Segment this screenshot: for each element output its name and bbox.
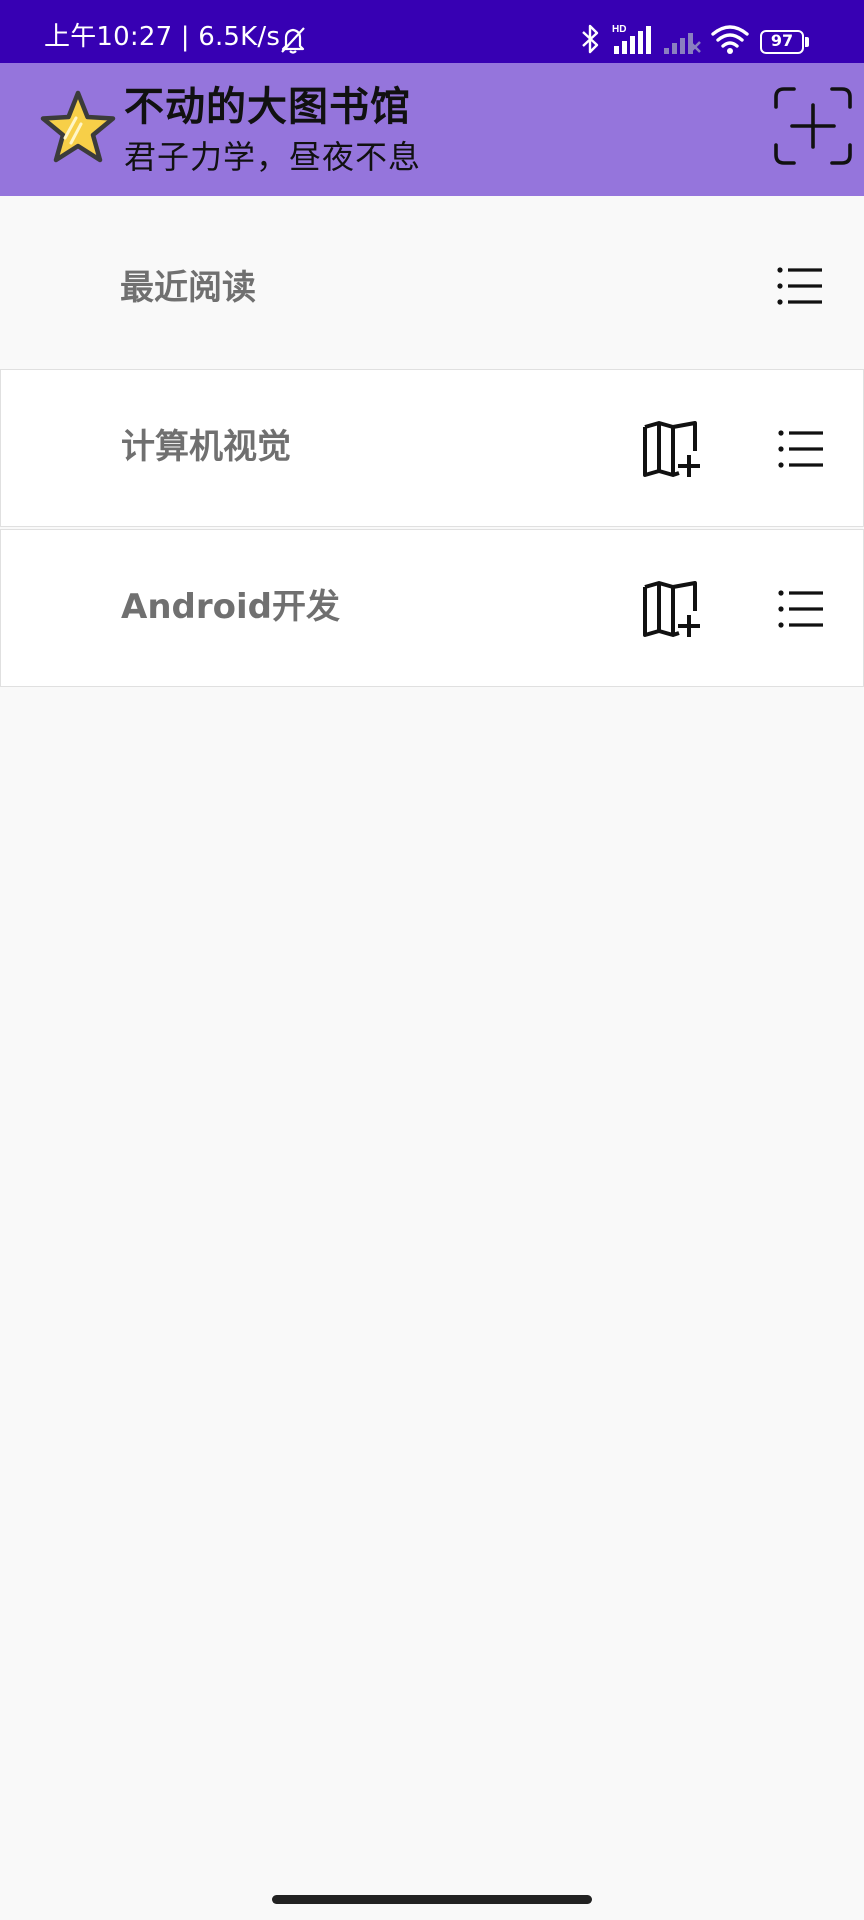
app-subtitle: 君子力学，昼夜不息	[124, 138, 422, 176]
battery-level: 97	[770, 31, 794, 50]
book-add-icon[interactable]	[641, 421, 701, 479]
wifi-icon	[711, 25, 749, 54]
recent-reading-label: 最近阅读	[120, 268, 256, 308]
list-icon[interactable]	[777, 589, 825, 629]
battery-icon: 97	[760, 30, 810, 54]
list-icon[interactable]	[777, 429, 825, 469]
signal-no-service-icon	[664, 33, 701, 54]
home-indicator[interactable]	[272, 1895, 592, 1904]
bluetooth-icon	[582, 24, 599, 54]
category-card[interactable]: Android开发	[0, 529, 864, 687]
recent-reading-row[interactable]: 最近阅读	[0, 196, 864, 368]
hd-label: HD	[612, 24, 626, 35]
book-add-icon[interactable]	[641, 581, 701, 639]
status-bar: 上午10:27 | 6.5K/s HD 97	[0, 0, 864, 63]
star-icon	[40, 90, 116, 163]
bell-off-icon	[281, 27, 305, 54]
hd-signal-icon: HD	[612, 24, 651, 54]
category-label: 计算机视觉	[121, 427, 291, 467]
category-card[interactable]: 计算机视觉	[0, 369, 864, 527]
app-header: 不动的大图书馆 君子力学，昼夜不息	[0, 63, 864, 196]
category-label: Android开发	[121, 587, 340, 627]
scan-add-icon[interactable]	[772, 85, 854, 167]
status-time: 上午10:27 | 6.5K/s	[44, 22, 281, 52]
list-icon[interactable]	[776, 266, 824, 306]
app-title: 不动的大图书馆	[124, 84, 411, 130]
